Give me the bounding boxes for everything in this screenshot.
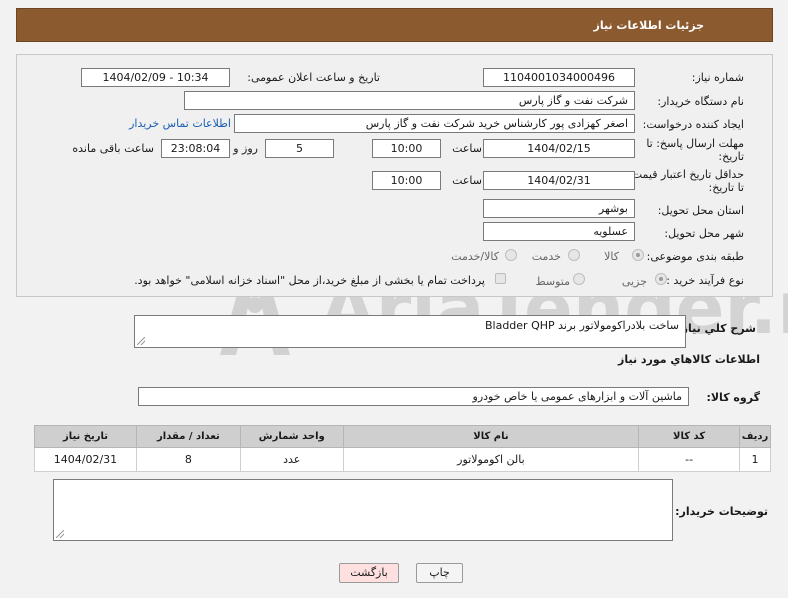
cell-row-index: 1 [739,447,771,472]
goods-group-field: ماشین آلات و ابزارهای عمومی یا خاص خودرو [138,387,689,406]
category-radio-goods[interactable] [632,249,644,261]
buyer-contact-link[interactable]: اطلاعات تماس خریدار [129,117,231,130]
resize-handle[interactable] [137,337,145,345]
back-button[interactable]: بازگشت [339,563,399,583]
print-button[interactable]: چاپ [416,563,463,583]
remaining-time-field: 23:08:04 [161,139,230,158]
province-field: بوشهر [483,199,635,218]
description-text: ساخت بلادراکومولاتور برند Bladder QHP [484,319,679,332]
page-header: جزئیات اطلاعات نیاز [16,8,773,42]
treasury-payment-note: پرداخت تمام یا بخشی از مبلغ خرید،از محل … [134,274,485,287]
deadline-label-2: تاریخ: [718,150,744,163]
process-label: نوع فرآیند خرید : [666,274,744,287]
category-radio-service[interactable] [568,249,580,261]
process-option-minor: جزیی [621,275,647,288]
validity-time-field: 10:00 [372,171,441,190]
col-date-header: تاریخ نیاز [34,425,137,448]
validity-label-2: تا تاریخ: [708,181,744,194]
deadline-date-field: 1404/02/15 [483,139,635,158]
days-label: روز و [233,142,258,155]
cell-qty: 8 [135,447,241,472]
goods-group-label: گروه کالا: [706,391,760,404]
col-qty-header: تعداد / مقدار [135,425,241,448]
remaining-label: ساعت باقی مانده [72,142,154,155]
category-radio-goods-service[interactable] [505,249,517,261]
province-label: استان محل تحویل: [657,204,744,217]
description-label: شرح کلي نياز: [677,322,756,335]
items-table: ردیف کد کالا نام کالا واحد شمارش تعداد /… [34,425,771,472]
buyer-notes-textarea [53,479,673,541]
resize-handle[interactable] [56,530,64,538]
city-label: شهر محل تحویل: [664,227,744,240]
category-label: طبقه بندی موضوعی: [646,250,744,263]
validity-label: حداقل تاریخ اعتبار قیمت: [628,168,744,181]
deadline-time-field: 10:00 [372,139,441,158]
creator-label: ایجاد کننده درخواست: [642,118,744,131]
cell-date: 1404/02/31 [34,447,137,472]
announce-field: 1404/02/09 - 10:34 [81,68,230,87]
need-number-label: شماره نیاز: [691,71,744,84]
buyer-org-field: شرکت نفت و گاز پارس [184,91,635,110]
col-row-header: ردیف [739,425,771,448]
cell-code: -- [638,447,741,472]
days-field: 5 [265,139,334,158]
process-option-medium: متوسط [535,275,570,288]
col-name-header: نام کالا [342,425,640,448]
col-unit-header: واحد شمارش [239,425,344,448]
need-number-field: 1104001034000496 [483,68,635,87]
category-option-goods-service: کالا/خدمت [451,250,499,263]
validity-time-label: ساعت [452,174,482,187]
process-radio-minor[interactable] [655,273,667,285]
creator-field: اصغر کهزادی پور کارشناس خرید شرکت نفت و … [234,114,635,133]
category-option-goods: کالا [604,250,619,263]
table-header-row: ردیف کد کالا نام کالا واحد شمارش تعداد /… [34,425,771,448]
announce-label: تاریخ و ساعت اعلان عمومی: [247,71,380,84]
process-radio-medium[interactable] [573,273,585,285]
cell-name: بالن اکومولاتور [342,447,640,472]
treasury-payment-checkbox[interactable] [495,273,506,284]
deadline-time-label: ساعت [452,142,482,155]
city-field: عسلویه [483,222,635,241]
cell-unit: عدد [239,447,344,472]
description-textarea: ساخت بلادراکومولاتور برند Bladder QHP [134,315,686,348]
category-option-service: خدمت [531,250,561,263]
validity-date-field: 1404/02/31 [483,171,635,190]
deadline-label: مهلت ارسال پاسخ: تا [646,137,744,150]
buyer-org-label: نام دستگاه خریدار: [657,95,744,108]
goods-section-title: اطلاعات کالاهاي مورد نياز [618,353,760,366]
table-row: 1 -- بالن اکومولاتور عدد 8 1404/02/31 [34,447,771,472]
page-title: جزئیات اطلاعات نیاز [593,19,705,32]
buyer-notes-label: توضیحات خریدار: [675,505,768,518]
col-code-header: کد کالا [638,425,741,448]
